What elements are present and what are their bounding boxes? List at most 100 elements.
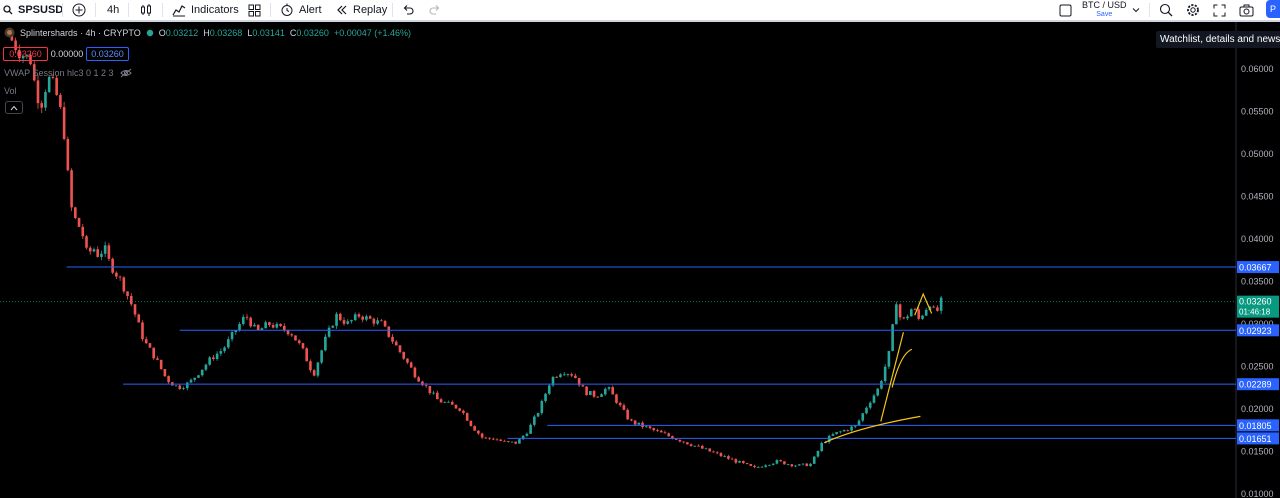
candle-body — [241, 316, 245, 325]
volume-study-legend[interactable]: Vol — [4, 86, 17, 96]
compare-symbol: BTC / USD Save — [1082, 1, 1127, 19]
candle-body — [686, 442, 689, 445]
camera-icon — [1239, 4, 1254, 16]
candle-body — [842, 430, 846, 432]
y-axis-tick-label: 0.02500 — [1241, 361, 1274, 371]
candle-body — [648, 426, 652, 429]
fullscreen-button[interactable] — [1213, 0, 1226, 20]
candle-body — [159, 359, 163, 370]
candle-body — [630, 419, 633, 421]
candle-body — [473, 426, 476, 431]
candle-body — [178, 385, 182, 389]
candle-body — [297, 340, 301, 344]
snapshot-button[interactable] — [1239, 0, 1254, 20]
indicators-button[interactable]: Indicators — [172, 0, 239, 20]
y-axis-tick-label: 0.03500 — [1241, 276, 1274, 286]
layouts-button[interactable] — [248, 0, 261, 20]
candle-body — [637, 422, 641, 425]
redo-icon — [429, 5, 440, 15]
replay-button[interactable]: Replay — [336, 0, 387, 20]
legend-low: L0.03141 — [247, 27, 285, 38]
candle-body — [439, 399, 443, 403]
candle-body — [764, 465, 768, 467]
legend-close-value: 0.03260 — [296, 27, 329, 38]
chevron-up-icon — [10, 105, 18, 110]
top-toolbar: SPSUSD 4h Indicators Alert Replay BTC / … — [0, 0, 1280, 22]
candle-body — [245, 316, 249, 318]
candle-body — [271, 325, 275, 328]
candle-body — [74, 207, 77, 219]
spread-value: 0.00000 — [50, 47, 84, 61]
candle-body — [835, 432, 838, 435]
symbol-search-button[interactable]: SPSUSD — [3, 0, 63, 20]
legend-open-value: 0.03212 — [165, 27, 199, 38]
compare-add-button[interactable] — [72, 0, 86, 20]
candle-body — [70, 170, 73, 208]
candle-body — [730, 458, 734, 460]
candle-body — [820, 442, 824, 451]
candle-body — [809, 463, 812, 467]
interval-button[interactable]: 4h — [107, 0, 119, 20]
candle-body — [256, 324, 260, 331]
sell-price: 0.03260 — [9, 49, 42, 59]
symbol-name: SPSUSD — [18, 4, 64, 16]
candle-body — [562, 374, 566, 376]
candle-body — [514, 441, 517, 444]
sell-price-button[interactable]: 0.03260 — [3, 47, 48, 61]
compare-checkbox[interactable] — [1059, 0, 1072, 20]
candle-body — [182, 388, 185, 389]
buy-price-button[interactable]: 0.03260 — [86, 47, 129, 61]
candle-body — [506, 441, 510, 442]
candle-body — [742, 460, 745, 464]
candle-body — [607, 387, 611, 389]
candle-body — [760, 466, 764, 468]
candle-body — [111, 258, 114, 273]
level-price-label: 0.03667 — [1239, 263, 1272, 273]
candle-body — [301, 343, 305, 349]
candle-body — [402, 352, 406, 359]
legend-high-value: 0.03268 — [209, 27, 243, 38]
candle-body — [622, 405, 626, 410]
candle-body — [197, 375, 200, 378]
splintershards-logo-icon — [4, 27, 15, 38]
candle-body — [126, 291, 129, 297]
spread-text: 0.00000 — [50, 49, 84, 59]
candle-body — [865, 407, 868, 414]
y-axis-tick-label: 0.04500 — [1241, 191, 1274, 201]
compare-symbol-name: BTC / USD — [1082, 0, 1127, 10]
alert-button[interactable]: Alert — [280, 0, 322, 20]
compare-symbol-dropdown[interactable]: BTC / USD Save — [1082, 0, 1140, 20]
collapse-legend-button[interactable] — [5, 101, 23, 114]
divider — [270, 3, 271, 17]
candle-body — [600, 394, 603, 397]
search-icon — [3, 5, 13, 15]
candle-body — [66, 138, 70, 171]
candle-body — [902, 317, 906, 319]
candle-body — [398, 345, 402, 353]
candle-body — [674, 438, 678, 440]
eye-hidden-icon[interactable] — [119, 68, 132, 78]
candle-body — [100, 253, 103, 257]
undo-button[interactable] — [402, 0, 414, 20]
candle-body — [428, 386, 432, 394]
candle-body — [458, 408, 462, 411]
candle-body — [409, 362, 413, 368]
candle-body — [872, 395, 876, 403]
redo-button[interactable] — [429, 0, 441, 20]
settings-button[interactable] — [1186, 0, 1200, 20]
candle-body — [644, 426, 648, 428]
quick-search-button[interactable] — [1159, 0, 1173, 20]
publish-button[interactable]: P — [1266, 0, 1280, 18]
legend-change: +0.00047 (+1.46%) — [333, 27, 411, 38]
candle-body — [141, 322, 144, 340]
candle-body — [436, 392, 439, 400]
divider — [162, 3, 163, 17]
vwap-study-legend[interactable]: VWAP Session hlc3 0 1 2 3 — [4, 68, 132, 78]
candle-body — [264, 322, 267, 329]
candle-body — [376, 320, 379, 324]
y-axis-tick-label: 0.02000 — [1241, 404, 1274, 414]
candle-body — [898, 304, 902, 318]
price-chart[interactable]: 0.06000 0.05500 0.05000 0.04500 0.04000 0.035… — [0, 22, 1280, 498]
chart-type-button[interactable] — [139, 0, 153, 20]
candle-body — [238, 324, 241, 331]
